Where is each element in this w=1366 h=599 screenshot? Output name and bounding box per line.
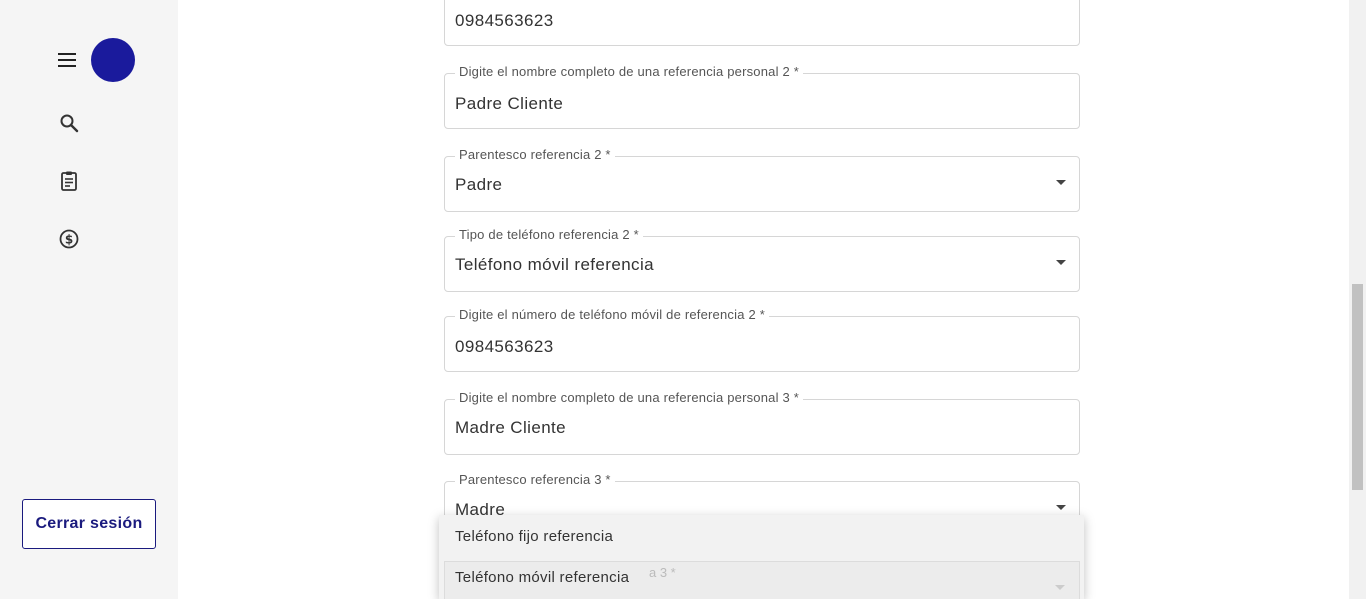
dollar-icon[interactable]: $ — [57, 227, 81, 251]
field-label: Parentesco referencia 3 * — [455, 472, 615, 487]
field-value: 0984563623 — [455, 337, 554, 356]
chevron-down-icon — [1055, 585, 1065, 590]
logout-button[interactable]: Cerrar sesión — [22, 499, 156, 549]
dropdown-option-movil[interactable]: Teléfono móvil referencia — [455, 569, 629, 586]
main-content: 0984563623 Digite el nombre completo de … — [178, 0, 1349, 599]
name-field-ref-3[interactable]: Digite el nombre completo de una referen… — [444, 390, 1080, 455]
field-label: Parentesco referencia 2 * — [455, 147, 615, 162]
field-value: Teléfono móvil referencia — [455, 255, 654, 274]
field-value: 0984563623 — [455, 11, 554, 30]
field-value: Padre Cliente — [455, 94, 564, 113]
field-label: Digite el número de teléfono móvil de re… — [455, 307, 769, 322]
relationship-select-ref-2[interactable]: Parentesco referencia 2 * Padre — [444, 147, 1080, 212]
field-label: Digite el nombre completo de una referen… — [455, 64, 804, 79]
chevron-down-icon[interactable] — [1056, 260, 1066, 265]
avatar[interactable] — [91, 38, 135, 82]
search-icon[interactable] — [57, 111, 81, 135]
svg-text:$: $ — [65, 233, 73, 247]
phone-type-select-ref-2[interactable]: Tipo de teléfono referencia 2 * Teléfono… — [444, 227, 1080, 292]
name-field-ref-2[interactable]: Digite el nombre completo de una referen… — [444, 64, 1080, 129]
field-label: Digite el nombre completo de una referen… — [455, 390, 804, 405]
chevron-down-icon[interactable] — [1056, 180, 1066, 185]
scrollbar[interactable] — [1349, 0, 1366, 599]
field-value: Padre — [455, 175, 503, 194]
phone-type-dropdown-menu: a 3 * Teléfono fijo referencia Teléfono … — [439, 515, 1084, 599]
dropdown-option-fijo[interactable]: Teléfono fijo referencia — [455, 528, 613, 545]
sidebar: $ Cerrar sesión — [0, 0, 178, 599]
field-label: Tipo de teléfono referencia 2 * — [455, 227, 643, 242]
phone-field-ref-1[interactable]: 0984563623 — [444, 0, 1080, 46]
chevron-down-icon[interactable] — [1056, 505, 1066, 510]
hidden-field-label: a 3 * — [649, 565, 676, 580]
clipboard-icon[interactable] — [57, 169, 81, 193]
scrollbar-thumb[interactable] — [1352, 284, 1363, 490]
mobile-field-ref-2[interactable]: Digite el número de teléfono móvil de re… — [444, 307, 1080, 372]
menu-icon[interactable] — [55, 48, 79, 72]
field-value: Madre Cliente — [455, 418, 567, 437]
